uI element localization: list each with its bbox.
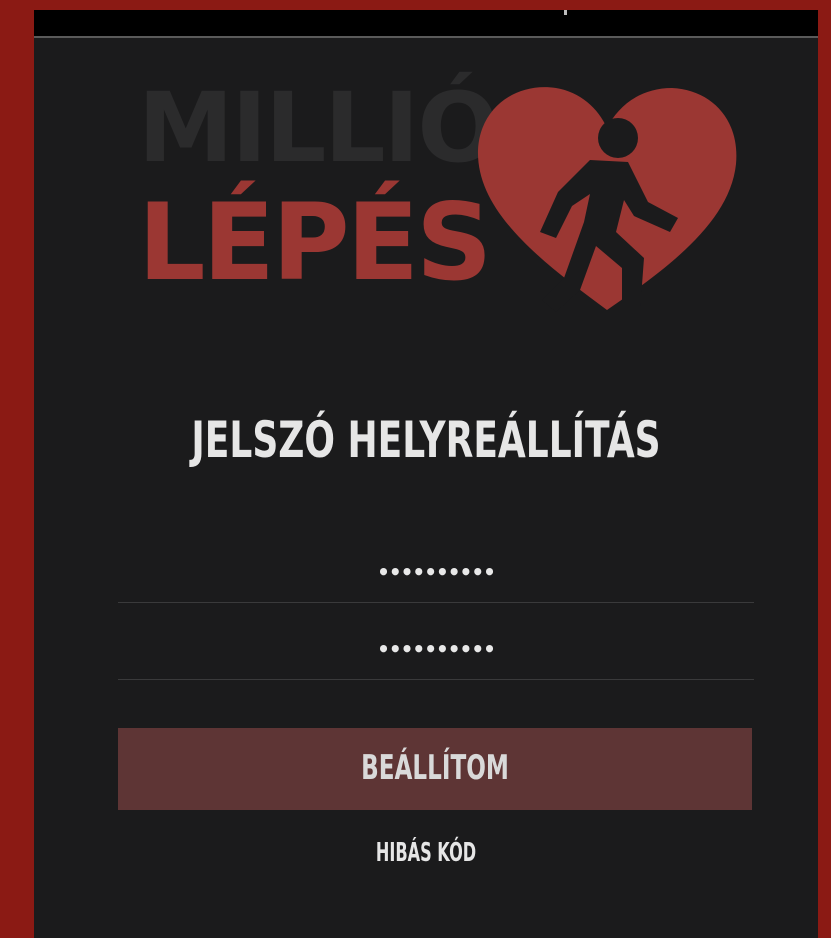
logo-text-millio: MILLIÓ (138, 72, 499, 184)
confirm-password-field[interactable]: •••••••••• (118, 619, 754, 680)
heart-walking-person-icon (477, 87, 737, 312)
confirm-password-value: •••••••••• (377, 637, 496, 661)
app-screen: MILLIÓ LÉPÉS JELSZÓ HELYREÁLLÍTÁS ••••••… (34, 10, 818, 938)
logo-text-lepes: LÉPÉS (138, 181, 492, 304)
page-title: JELSZÓ HELYREÁLLÍTÁS (191, 411, 661, 469)
status-bar (34, 10, 818, 38)
submit-button[interactable]: BEÁLLÍTOM (118, 728, 752, 810)
invalid-code-link[interactable]: HIBÁS KÓD (183, 836, 669, 870)
submit-button-label: BEÁLLÍTOM (361, 748, 509, 788)
new-password-value: •••••••••• (377, 560, 496, 584)
app-logo: MILLIÓ LÉPÉS (138, 80, 738, 320)
new-password-field[interactable]: •••••••••• (118, 542, 754, 603)
status-indicator (564, 10, 567, 15)
